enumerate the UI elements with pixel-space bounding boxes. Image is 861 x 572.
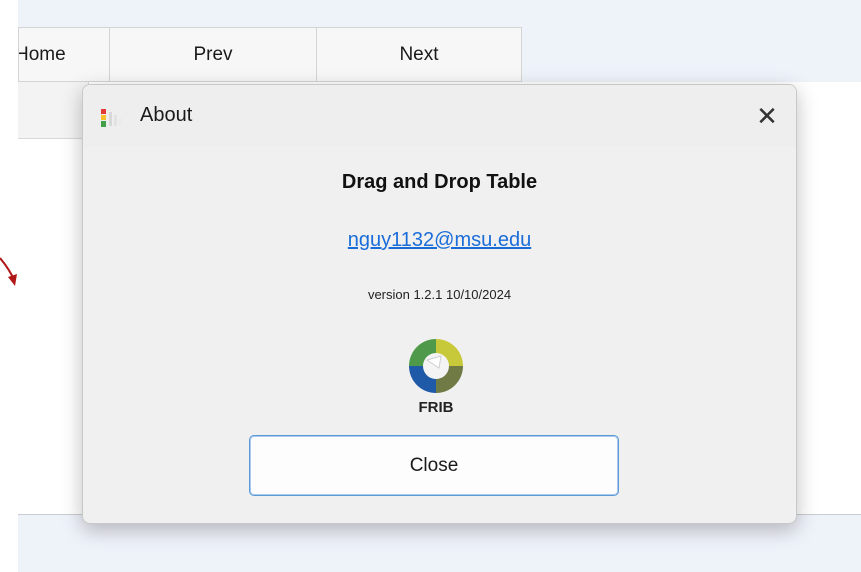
app-icon bbox=[101, 109, 122, 127]
next-button[interactable]: Next bbox=[316, 27, 522, 82]
frib-logo-icon: FRIB bbox=[409, 339, 463, 416]
app-name: Drag and Drop Table bbox=[341, 171, 538, 193]
email-link[interactable]: nguy1132@msu.edu bbox=[83, 229, 796, 252]
table-row-header-cell bbox=[18, 82, 89, 139]
dialog-titlebar: About ✕ bbox=[83, 85, 796, 147]
close-button[interactable]: Close bbox=[249, 435, 619, 496]
about-dialog: About ✕ Drag and Drop Table nguy1132@msu… bbox=[82, 84, 797, 524]
home-button[interactable]: Home bbox=[18, 27, 110, 82]
version-text: version 1.2.1 10/10/2024 bbox=[367, 287, 512, 302]
home-button-label: Home bbox=[18, 43, 66, 65]
frib-logo-text: FRIB bbox=[419, 399, 454, 416]
close-icon[interactable]: ✕ bbox=[738, 85, 796, 147]
prev-button[interactable]: Prev bbox=[109, 27, 317, 82]
red-arrow-icon bbox=[0, 257, 17, 286]
dialog-title: About bbox=[140, 104, 193, 126]
